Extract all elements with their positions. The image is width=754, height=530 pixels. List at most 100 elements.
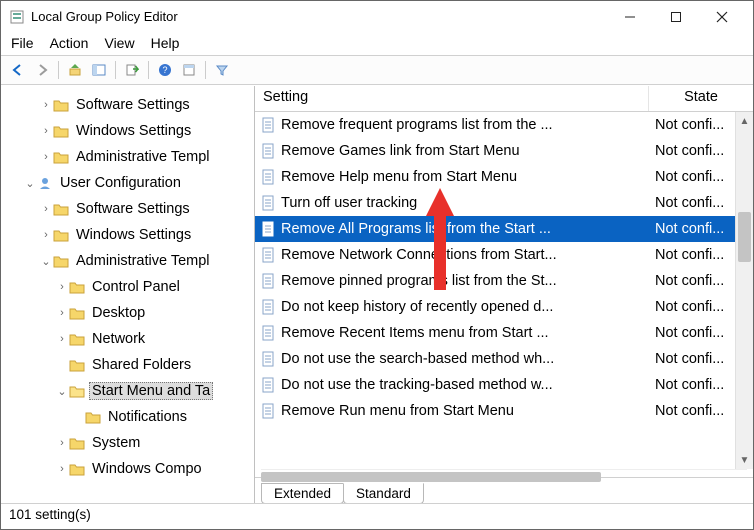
menu-view[interactable]: View [104,35,134,51]
chevron-right-icon[interactable]: › [39,99,53,111]
row-state: Not confi... [655,247,724,263]
folder-icon [69,462,85,476]
chevron-right-icon[interactable]: › [55,307,69,319]
row-name: Turn off user tracking [281,195,417,211]
row-state: Not confi... [655,169,724,185]
list-row[interactable]: Remove frequent programs list from the .… [255,112,753,138]
tree-node[interactable]: ›Software Settings [1,196,254,222]
properties-button[interactable] [178,59,200,81]
chevron-right-icon[interactable]: › [55,463,69,475]
row-name: Remove Network Connections from Start... [281,247,557,263]
chevron-right-icon[interactable]: › [39,125,53,137]
folder-icon [69,358,85,372]
tree-node[interactable]: ›Network [1,326,254,352]
filter-button[interactable] [211,59,233,81]
row-state: Not confi... [655,403,724,419]
tree-node[interactable]: ›System [1,430,254,456]
tree-node[interactable]: Shared Folders [1,352,254,378]
tree-node[interactable]: ›Administrative Templ [1,144,254,170]
folder-icon [53,98,69,112]
up-button[interactable] [64,59,86,81]
toolbar-separator [58,61,59,79]
folder-open-icon [69,384,85,398]
folder-icon [53,124,69,138]
forward-button[interactable] [31,59,53,81]
list-pane: Setting State Remove frequent programs l… [255,86,753,503]
tab-extended[interactable]: Extended [261,483,344,503]
minimize-button[interactable] [607,1,653,33]
menu-action[interactable]: Action [50,35,89,51]
chevron-right-icon[interactable]: › [55,437,69,449]
tree-node[interactable]: ›Desktop [1,300,254,326]
user-icon [37,176,53,190]
maximize-button[interactable] [653,1,699,33]
policy-icon [261,221,277,237]
tab-standard[interactable]: Standard [343,483,424,503]
list-row[interactable]: Turn off user trackingNot confi... [255,190,753,216]
tree-node[interactable]: ›Windows Compo [1,456,254,482]
list-row[interactable]: Do not use the search-based method wh...… [255,346,753,372]
row-name: Remove Recent Items menu from Start ... [281,325,549,341]
export-button[interactable] [121,59,143,81]
tree-node[interactable]: ›Software Settings [1,92,254,118]
help-button[interactable]: ? [154,59,176,81]
folder-icon [69,332,85,346]
chevron-down-icon[interactable]: ⌄ [39,255,53,268]
list-row[interactable]: Remove All Programs list from the Start … [255,216,753,242]
row-name: Remove pinned programs list from the St.… [281,273,557,289]
list-header: Setting State [255,86,753,112]
list-row[interactable]: Remove pinned programs list from the St.… [255,268,753,294]
policy-icon [261,377,277,393]
policy-icon [261,195,277,211]
list-row[interactable]: Remove Games link from Start MenuNot con… [255,138,753,164]
menu-file[interactable]: File [11,35,34,51]
chevron-right-icon[interactable]: › [39,229,53,241]
chevron-right-icon[interactable]: › [55,333,69,345]
folder-icon [53,254,69,268]
chevron-right-icon[interactable]: › [39,203,53,215]
tree-node[interactable]: ⌄Administrative Templ [1,248,254,274]
back-button[interactable] [7,59,29,81]
list-row[interactable]: Remove Run menu from Start Menu Not confi… [255,398,753,424]
app-icon [9,9,25,25]
policy-icon [261,325,277,341]
column-state[interactable]: State [649,86,753,111]
scroll-thumb[interactable] [261,472,601,482]
chevron-down-icon[interactable]: ⌄ [23,177,37,190]
tree-node-selected[interactable]: ⌄Start Menu and Ta [1,378,254,404]
list-row[interactable]: Do not use the tracking-based method w..… [255,372,753,398]
folder-icon [69,306,85,320]
window-title: Local Group Policy Editor [31,9,607,24]
scroll-down-icon[interactable]: ▼ [736,451,753,469]
scroll-up-icon[interactable]: ▲ [736,112,753,130]
statusbar: 101 setting(s) [1,503,753,525]
row-name: Remove All Programs list from the Start … [281,221,551,237]
toolbar-separator [148,61,149,79]
tree-node[interactable]: ›Control Panel [1,274,254,300]
policy-icon [261,299,277,315]
chevron-right-icon[interactable]: › [55,281,69,293]
policy-icon [261,169,277,185]
menu-help[interactable]: Help [151,35,180,51]
row-name: Remove Help menu from Start Menu [281,169,517,185]
list-row[interactable]: Remove Help menu from Start Menu Not conf… [255,164,753,190]
chevron-down-icon[interactable]: ⌄ [55,385,69,398]
chevron-right-icon[interactable]: › [39,151,53,163]
list-row[interactable]: Remove Network Connections from Start...… [255,242,753,268]
tree-node[interactable]: ›Windows Settings [1,222,254,248]
scroll-thumb[interactable] [738,212,751,262]
vertical-scrollbar[interactable]: ▲ ▼ [735,112,753,469]
show-hide-tree-button[interactable] [88,59,110,81]
horizontal-scrollbar[interactable] [261,469,747,483]
row-name: Remove Run menu from Start Menu [281,403,514,419]
tree-node[interactable]: Notifications [1,404,254,430]
close-button[interactable] [699,1,745,33]
policy-icon [261,247,277,263]
tree-node[interactable]: ⌄User Configuration [1,170,254,196]
list-row[interactable]: Do not keep history of recently opened d… [255,294,753,320]
list-row[interactable]: Remove Recent Items menu from Start ...N… [255,320,753,346]
row-name: Remove frequent programs list from the .… [281,117,553,133]
tree-node[interactable]: ›Windows Settings [1,118,254,144]
folder-icon [69,436,85,450]
column-setting[interactable]: Setting [255,86,649,111]
